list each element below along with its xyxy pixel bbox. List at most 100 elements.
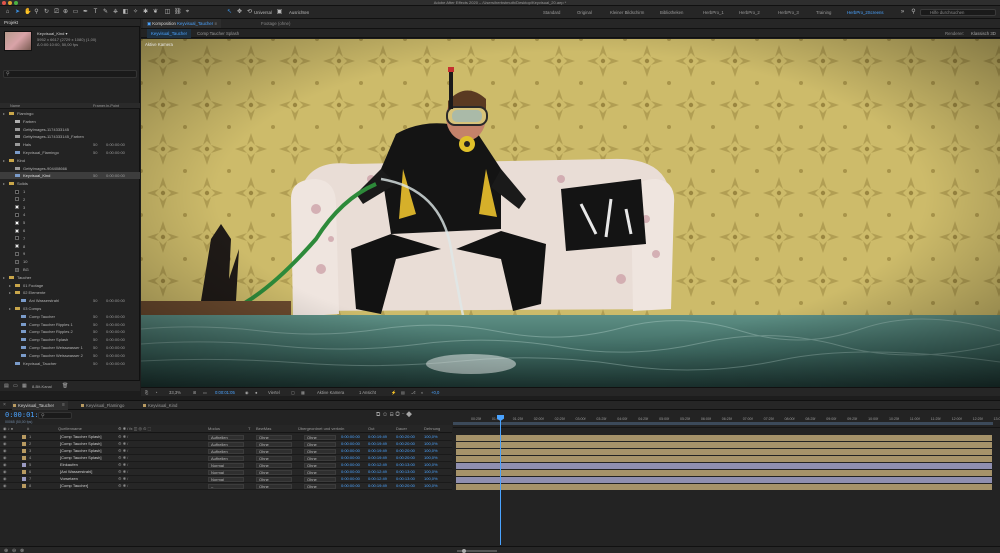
col-duration[interactable]: Dauer (396, 425, 407, 433)
label-color-swatch[interactable] (22, 456, 26, 461)
visibility-eye-icon[interactable]: ◉ (3, 448, 7, 455)
pen-tool-icon[interactable]: ✒ (82, 9, 89, 16)
project-item[interactable]: ▸ Flamingo (0, 110, 140, 117)
timeline-search-input[interactable]: ⚲ (38, 412, 72, 419)
selected-item-name[interactable]: Keyvisual_Kind ▾ (37, 31, 67, 36)
parent-dropdown[interactable]: Ohne (304, 448, 336, 454)
breadcrumb-comp-1[interactable]: Comp Taucher Splash (193, 29, 243, 38)
col-stretch[interactable]: Dehnung (424, 425, 440, 433)
workspace-5[interactable]: HerbPro_2 (739, 6, 760, 19)
keyframe-icon[interactable]: ◆ (406, 412, 412, 418)
disclosure-triangle-icon[interactable]: ▸ (9, 282, 11, 289)
layer-duration-bar[interactable] (456, 441, 992, 448)
move-tool-icon[interactable]: ✥ (236, 9, 243, 16)
track-matte-dropdown[interactable]: Ohne (256, 469, 292, 475)
project-search-input[interactable]: ⚲ (3, 70, 137, 78)
workspace-2[interactable]: Kleiner Bildschirm (610, 6, 644, 19)
layer-out-time[interactable]: 0:00:19:49 (368, 448, 387, 455)
layer-out-time[interactable]: 0:00:12:49 (368, 469, 387, 476)
layer-out-time[interactable]: 0:00:12:49 (368, 476, 387, 483)
always-preview-icon[interactable]: ⎘ (145, 388, 148, 397)
disclosure-triangle-icon[interactable]: ▸ (3, 110, 5, 117)
timeline-icon[interactable]: ▤ (401, 388, 405, 397)
project-item[interactable]: Keyvisual_Kind 50 0:00:00:00 (0, 172, 140, 180)
parent-dropdown[interactable]: Ohne (304, 483, 336, 489)
layer-stretch[interactable]: 100,0% (424, 483, 438, 490)
col-mode[interactable]: Modus (208, 425, 220, 433)
project-item[interactable]: 7 (0, 235, 140, 242)
more-workspaces-icon[interactable]: » (899, 9, 906, 16)
tab-menu-icon[interactable]: ≡ (62, 402, 65, 408)
menu-icon[interactable]: ≡ (214, 21, 217, 26)
transparency-grid-icon[interactable]: ▦ (301, 388, 305, 397)
bpc-label[interactable]: 8-Bit-Kanal (32, 384, 52, 389)
layer-switches-icons[interactable]: ⚙ ✱ / (118, 434, 128, 441)
exposure-value[interactable]: +0,0 (431, 388, 439, 397)
layer-duration[interactable]: 0:00:13:00 (396, 469, 415, 476)
project-item[interactable]: GettyImages-1174333145 (0, 126, 140, 133)
layer-name[interactable]: [Comp Taucher Splash] (60, 441, 102, 448)
project-item[interactable]: 3 (0, 204, 140, 211)
project-item[interactable]: Comp Taucher Ripples 1 50 0:00:00:00 (0, 321, 140, 328)
project-item[interactable]: 9 (0, 250, 140, 257)
type-tool-icon[interactable]: T (92, 9, 99, 16)
render-time-icon[interactable]: ⊗ (20, 548, 24, 553)
layer-in-time[interactable]: 0:00:00:00 (341, 441, 360, 448)
axis-tool-icon[interactable]: ⟲ (246, 9, 253, 16)
visibility-eye-icon[interactable]: ◉ (3, 434, 7, 441)
blend-mode-dropdown[interactable]: Aufhellen (208, 434, 244, 440)
project-item[interactable]: 6 (0, 227, 140, 234)
fast-preview-icon[interactable]: ⚡ (391, 388, 396, 397)
new-folder-icon[interactable]: ▭ (13, 383, 18, 389)
layer-stretch[interactable]: 100,0% (424, 441, 438, 448)
layer-stretch[interactable]: 100,0% (424, 455, 438, 462)
clone-stamp-tool-icon[interactable]: ⎈ (112, 9, 119, 16)
project-item[interactable]: Ani Wasserstrahl 50 0:00:00:00 (0, 297, 140, 304)
label-color-swatch[interactable] (22, 449, 26, 454)
layer-out-time[interactable]: 0:00:19:49 (368, 434, 387, 441)
layer-duration[interactable]: 0:00:20:00 (396, 448, 415, 455)
layer-duration[interactable]: 0:00:20:00 (396, 455, 415, 462)
disclosure-triangle-icon[interactable]: ▸ (9, 289, 11, 296)
layer-stretch[interactable]: 100,0% (424, 462, 438, 469)
composition-canvas[interactable]: Aktive Kamera (141, 39, 1000, 387)
project-item[interactable]: Comp Taucher Weisswasser 1 50 0:00:00:00 (0, 344, 140, 351)
track-matte-dropdown[interactable]: Ohne (256, 434, 292, 440)
rotate-tool-icon[interactable]: ↻ (43, 9, 50, 16)
camera-tool-icon[interactable]: ⎚ (53, 9, 60, 16)
layer-row[interactable]: ◉ 2 [Comp Taucher Splash] ⚙ ✱ / Aufhellen Ohn… (0, 441, 452, 448)
project-item[interactable]: Comp Taucher Splash 50 0:00:00:00 (0, 336, 140, 343)
project-item[interactable]: 10 (0, 258, 140, 265)
current-time-indicator[interactable] (500, 415, 501, 545)
layer-name[interactable]: [Ani Wasserstrahl] (60, 469, 92, 476)
blend-mode-dropdown[interactable]: Normal (208, 476, 244, 482)
pin-icon[interactable]: ⌖ (184, 9, 191, 16)
timeline-tab-0[interactable]: Keyvisual_Taucher (12, 401, 68, 410)
zoom-tool-icon[interactable]: ⚲ (33, 9, 40, 16)
zoom-dropdown[interactable]: 33,3% (169, 388, 181, 397)
parent-dropdown[interactable]: Ohne (304, 441, 336, 447)
project-item[interactable]: ▸ Taucher (0, 274, 140, 281)
expand-icon[interactable]: ⊕ (4, 548, 8, 553)
draft-3d-icon[interactable]: ⧉ (376, 412, 380, 418)
hand-tool-icon[interactable]: ✋ (24, 9, 31, 16)
workspace-3[interactable]: Bibliotheken (660, 6, 683, 19)
breadcrumb-comp-0[interactable]: Keyvisual_Taucher (147, 29, 192, 38)
parent-dropdown[interactable]: Ohne (304, 462, 336, 468)
parent-dropdown[interactable]: Ohne (304, 455, 336, 461)
brush-tool-icon[interactable]: ✎ (102, 9, 109, 16)
layer-name[interactable]: [Comp Taucher] (60, 483, 88, 490)
blend-mode-dropdown[interactable]: – (208, 483, 244, 489)
selection-tool-icon[interactable]: ➤ (14, 9, 21, 16)
layer-name[interactable]: Vorsetzen (60, 476, 78, 483)
layer-switches-icons[interactable]: ⚙ ✱ / (118, 476, 128, 483)
color-channel-icon[interactable]: ● (255, 388, 258, 397)
shy-icon[interactable]: ☺ (382, 412, 388, 418)
layer-row[interactable]: ◉ 7 Vorsetzen ⚙ ✱ / Normal Ohne Ohne 0:00:00:00… (0, 476, 452, 483)
workspace-6[interactable]: HerbPro_3 (778, 6, 799, 19)
layer-stretch[interactable]: 100,0% (424, 434, 438, 441)
blend-mode-dropdown[interactable]: Aufhellen (208, 455, 244, 461)
blend-mode-dropdown[interactable]: Normal (208, 462, 244, 468)
project-item[interactable]: 2 (0, 196, 140, 203)
layer-in-time[interactable]: 0:00:00:00 (341, 483, 360, 490)
